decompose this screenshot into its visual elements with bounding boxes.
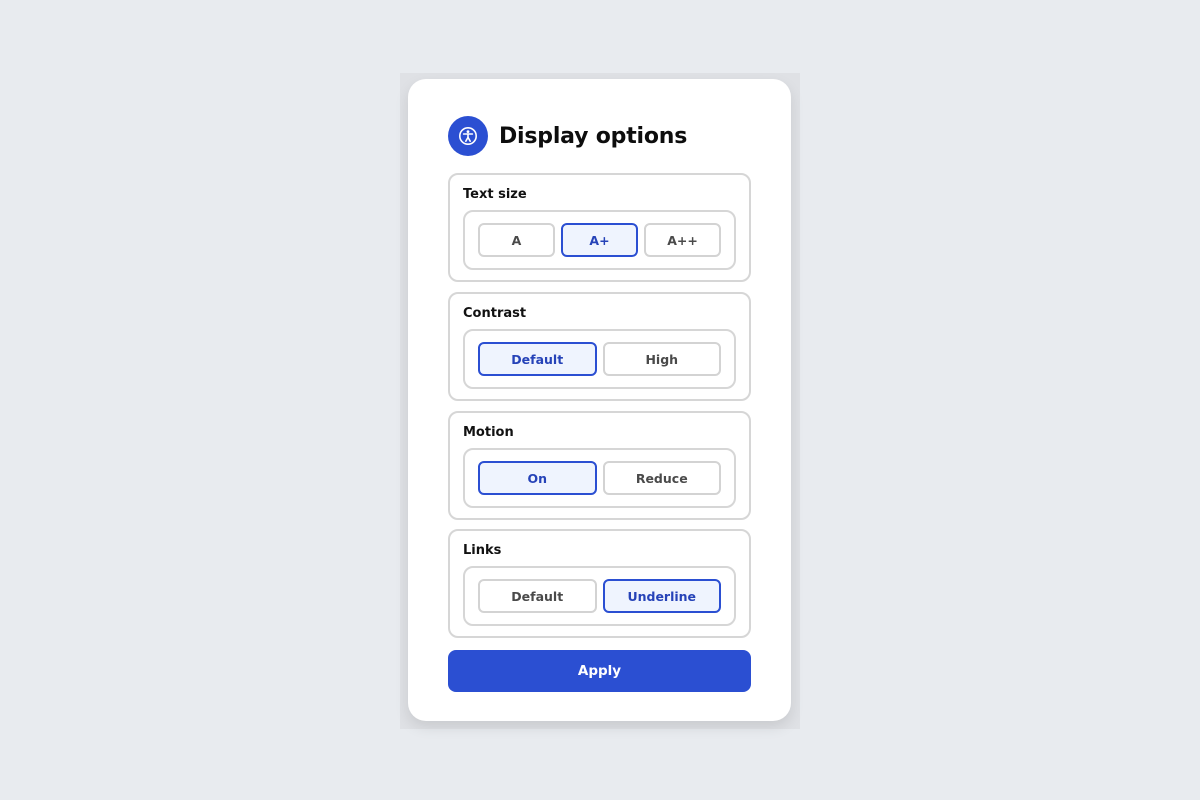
motion-selector: On Reduce xyxy=(463,448,736,508)
links-option-underline[interactable]: Underline xyxy=(602,579,721,613)
links-selector: Default Underline xyxy=(463,566,736,626)
motion-label: Motion xyxy=(463,425,514,440)
accessibility-badge xyxy=(448,116,488,156)
contrast-selector: Default High xyxy=(463,329,736,389)
accessibility-icon xyxy=(459,127,477,145)
contrast-group: Contrast Default High xyxy=(448,292,751,401)
motion-option-reduce[interactable]: Reduce xyxy=(602,461,721,495)
contrast-option-high[interactable]: High xyxy=(602,342,721,376)
text-size-group: Text size A A+ A++ xyxy=(448,173,751,282)
motion-option-on[interactable]: On xyxy=(478,461,597,495)
text-size-option-a-plus[interactable]: A+ xyxy=(561,223,638,257)
apply-button[interactable]: Apply xyxy=(448,650,751,692)
text-size-selector: A A+ A++ xyxy=(463,210,736,270)
text-size-option-a-plus-plus[interactable]: A++ xyxy=(644,223,721,257)
links-option-default[interactable]: Default xyxy=(478,579,597,613)
contrast-option-default[interactable]: Default xyxy=(478,342,597,376)
panel-header: Display options xyxy=(448,116,687,156)
contrast-label: Contrast xyxy=(463,306,527,321)
text-size-label: Text size xyxy=(463,187,527,202)
stage: Display options Text size A A+ A++ Contr… xyxy=(0,0,1200,800)
motion-group: Motion On Reduce xyxy=(448,411,751,520)
text-size-option-a[interactable]: A xyxy=(478,223,555,257)
links-group: Links Default Underline xyxy=(448,529,751,638)
links-label: Links xyxy=(463,543,502,558)
panel-title: Display options xyxy=(499,123,688,149)
display-options-panel: Display options Text size A A+ A++ Contr… xyxy=(408,79,791,721)
